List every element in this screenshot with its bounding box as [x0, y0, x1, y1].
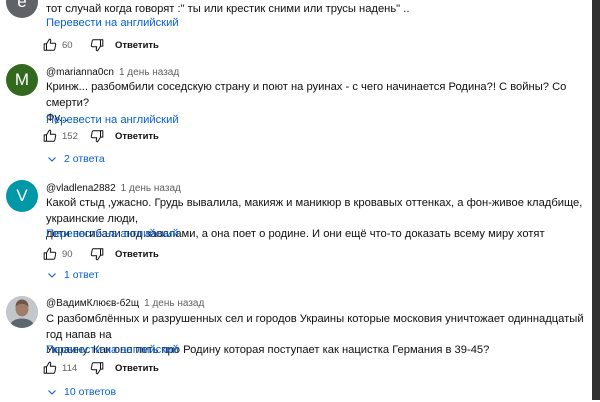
like-count: 90: [62, 248, 73, 260]
avatar-letter: е: [17, 0, 27, 11]
comment-text-line: С разбомблённых и разрушенных сел и горо…: [46, 313, 584, 341]
thumb-up-icon[interactable]: [40, 244, 60, 264]
author-name[interactable]: @marianna0cn: [46, 67, 114, 78]
comment-thread: е тот случай когда говорят :" ты или кре…: [0, 0, 592, 58]
thumb-down-icon[interactable]: [87, 358, 107, 378]
comment-text-line: Кринж... разбомбили соседскую страну и п…: [46, 81, 567, 109]
translate-link[interactable]: Перевести на английский: [46, 228, 179, 240]
thumb-up-icon[interactable]: [40, 126, 60, 146]
view-replies-button[interactable]: 2 ответа: [44, 149, 105, 169]
comment-actions: 152 Ответить: [40, 126, 159, 146]
comment-actions: 90 Ответить: [40, 244, 159, 264]
chevron-down-icon: [44, 384, 60, 400]
avatar-letter: V: [16, 186, 28, 205]
comment-thread: @ВадимКлюєв-б2щ 1 день назад С разбомблён…: [0, 294, 592, 400]
timestamp[interactable]: 1 день назад: [144, 298, 204, 309]
view-replies-button[interactable]: 10 ответов: [44, 382, 116, 402]
avatar[interactable]: е: [6, 0, 38, 18]
replies-count: 10 ответов: [64, 386, 117, 398]
reply-button[interactable]: Ответить: [115, 40, 159, 51]
avatar-letter: M: [14, 70, 30, 89]
comment-text: тот случай когда говорят :" ты или крест…: [46, 3, 410, 15]
avatar-photo: [6, 296, 38, 328]
comment-thread: V @vladlena2882 1 день назад Какой стыд ,…: [0, 178, 592, 288]
reply-button[interactable]: Ответить: [115, 249, 159, 260]
thumb-down-icon[interactable]: [87, 126, 107, 146]
avatar[interactable]: V: [6, 180, 38, 212]
replies-count: 1 ответ: [64, 269, 99, 281]
reply-button[interactable]: Ответить: [115, 131, 159, 142]
comment-actions: 114 Ответить: [40, 358, 159, 378]
comment-actions: 60 Ответить: [40, 35, 159, 55]
translate-link[interactable]: Перевести на английский: [46, 114, 179, 126]
thumb-down-icon[interactable]: [87, 35, 107, 55]
timestamp[interactable]: 1 день назад: [119, 67, 179, 78]
comment-header: @marianna0cn 1 день назад: [46, 67, 179, 78]
thumb-up-icon[interactable]: [40, 358, 60, 378]
like-count: 114: [62, 362, 78, 374]
avatar[interactable]: [6, 296, 38, 328]
timestamp[interactable]: 1 день назад: [121, 183, 181, 194]
avatar[interactable]: M: [6, 64, 38, 96]
chevron-down-icon: [44, 267, 60, 283]
comment-text-line: Какой стыд ,ужасно. Грудь вывалила, маки…: [46, 197, 583, 225]
comment-header: @ВадимКлюєв-б2щ 1 день назад: [46, 298, 204, 309]
like-count: 152: [62, 130, 78, 142]
replies-count: 2 ответа: [64, 153, 105, 165]
reply-button[interactable]: Ответить: [115, 363, 159, 374]
comment-header: @vladlena2882 1 день назад: [46, 183, 181, 194]
translate-link[interactable]: Перевести на английский: [46, 17, 179, 29]
window-frame-edge: [592, 0, 600, 400]
translate-link[interactable]: Перевести на английский: [46, 344, 179, 356]
chevron-down-icon: [44, 151, 60, 167]
comment-thread: M @marianna0cn 1 день назад Кринж... разб…: [0, 62, 592, 172]
thumb-up-icon[interactable]: [40, 35, 60, 55]
thumb-down-icon[interactable]: [87, 244, 107, 264]
author-name[interactable]: @vladlena2882: [46, 183, 116, 194]
like-count: 60: [62, 39, 73, 51]
author-name[interactable]: @ВадимКлюєв-б2щ: [46, 298, 139, 309]
view-replies-button[interactable]: 1 ответ: [44, 265, 99, 285]
